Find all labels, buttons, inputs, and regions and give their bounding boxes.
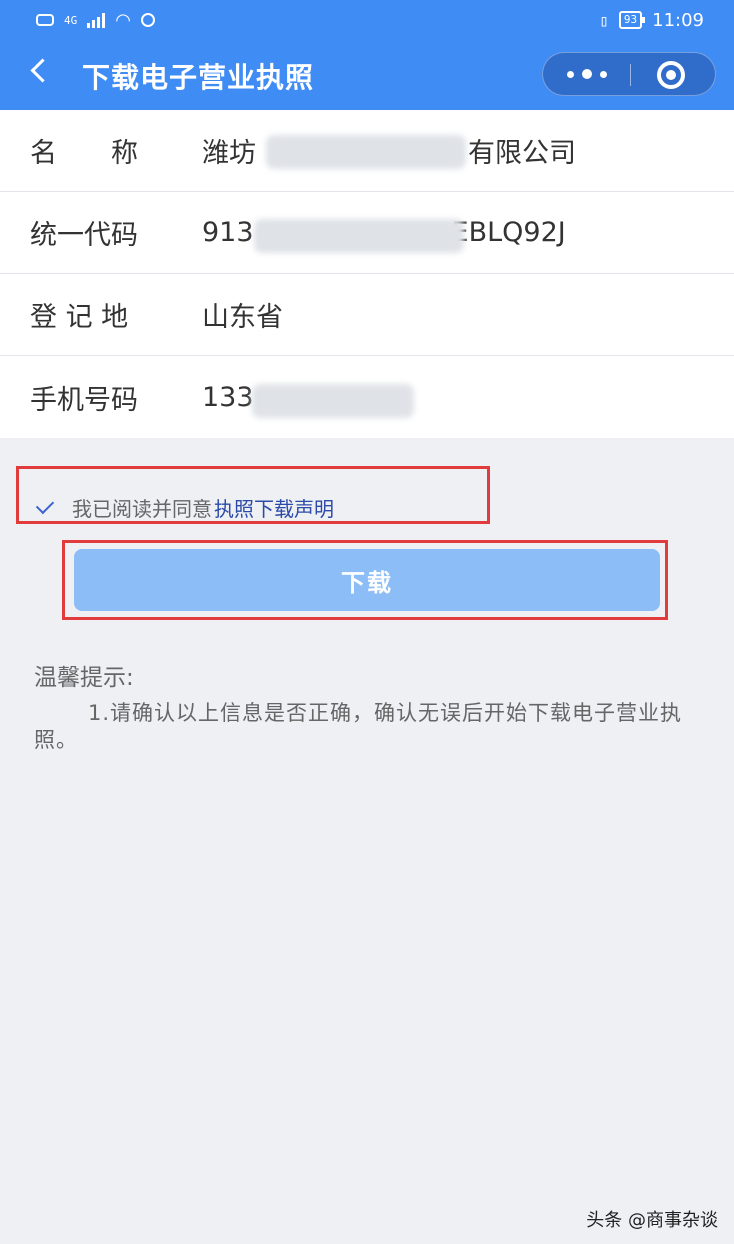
signal-icon bbox=[87, 12, 106, 28]
mini-program-capsule bbox=[542, 52, 716, 96]
field-value-end: EBLQ92J bbox=[451, 217, 566, 248]
alarm-icon bbox=[140, 13, 155, 27]
field-label: 名 称 bbox=[30, 138, 138, 169]
field-value-start: 潍坊 bbox=[202, 138, 256, 169]
vibrate-icon: ▯ bbox=[599, 10, 609, 30]
agreement-row[interactable]: 我已阅读并同意 执照下载声明 bbox=[34, 493, 334, 522]
field-label: 手机号码 bbox=[30, 384, 138, 416]
nav-bar: 下载电子营业执照 bbox=[0, 40, 734, 110]
field-row-code: 统一代码 913 EBLQ92J bbox=[0, 192, 734, 274]
field-value-end: 有限公司 bbox=[468, 138, 576, 169]
field-row-name: 名 称 潍坊 有限公司 bbox=[0, 110, 734, 192]
agreement-text: 我已阅读并同意 bbox=[72, 497, 212, 521]
back-icon[interactable] bbox=[30, 58, 55, 83]
watermark: 头条 @商事杂谈 bbox=[586, 1210, 718, 1231]
download-button[interactable]: 下载 bbox=[74, 549, 660, 611]
field-row-phone: 手机号码 133 bbox=[0, 356, 734, 438]
wifi-icon: ◠ bbox=[115, 9, 131, 31]
status-bar: 4G ◠ ▯ 93 11:09 bbox=[0, 0, 734, 40]
agreement-link[interactable]: 执照下载声明 bbox=[214, 493, 334, 522]
field-value: 913 EBLQ92J bbox=[202, 217, 566, 253]
network-type: 4G bbox=[64, 13, 78, 27]
message-icon bbox=[36, 14, 54, 26]
redaction-blur bbox=[266, 135, 466, 169]
capsule-divider bbox=[630, 64, 631, 86]
status-right: ▯ 93 11:09 bbox=[599, 10, 704, 31]
tips-title: 温馨提示: bbox=[34, 665, 134, 691]
field-value: 山东省 bbox=[202, 295, 283, 334]
more-icon[interactable] bbox=[567, 67, 607, 81]
page-title: 下载电子营业执照 bbox=[82, 61, 315, 94]
field-value-start: 133 bbox=[202, 381, 254, 413]
tips-text: 1.请确认以上信息是否正确，确认无误后开始下载电子营业执照。 bbox=[34, 701, 683, 752]
redaction-blur bbox=[252, 383, 414, 418]
field-label: 登 记 地 bbox=[30, 302, 129, 333]
info-form: 名 称 潍坊 有限公司 统一代码 913 EBLQ92J 登 记 地 山东省 手机号… bbox=[0, 110, 734, 438]
battery-icon: 93 bbox=[618, 11, 646, 29]
redaction-blur bbox=[254, 219, 464, 253]
field-value-start: 山东省 bbox=[202, 302, 283, 333]
field-label: 统一代码 bbox=[30, 220, 138, 251]
field-value: 133 bbox=[202, 381, 414, 418]
status-left: 4G ◠ bbox=[36, 10, 155, 31]
field-value-start: 913 bbox=[202, 217, 254, 248]
field-row-region: 登 记 地 山东省 bbox=[0, 274, 734, 356]
close-target-icon[interactable] bbox=[657, 61, 685, 89]
checkmark-icon[interactable] bbox=[35, 495, 55, 514]
field-value: 潍坊 有限公司 bbox=[202, 131, 576, 170]
status-time: 11:09 bbox=[652, 9, 704, 31]
